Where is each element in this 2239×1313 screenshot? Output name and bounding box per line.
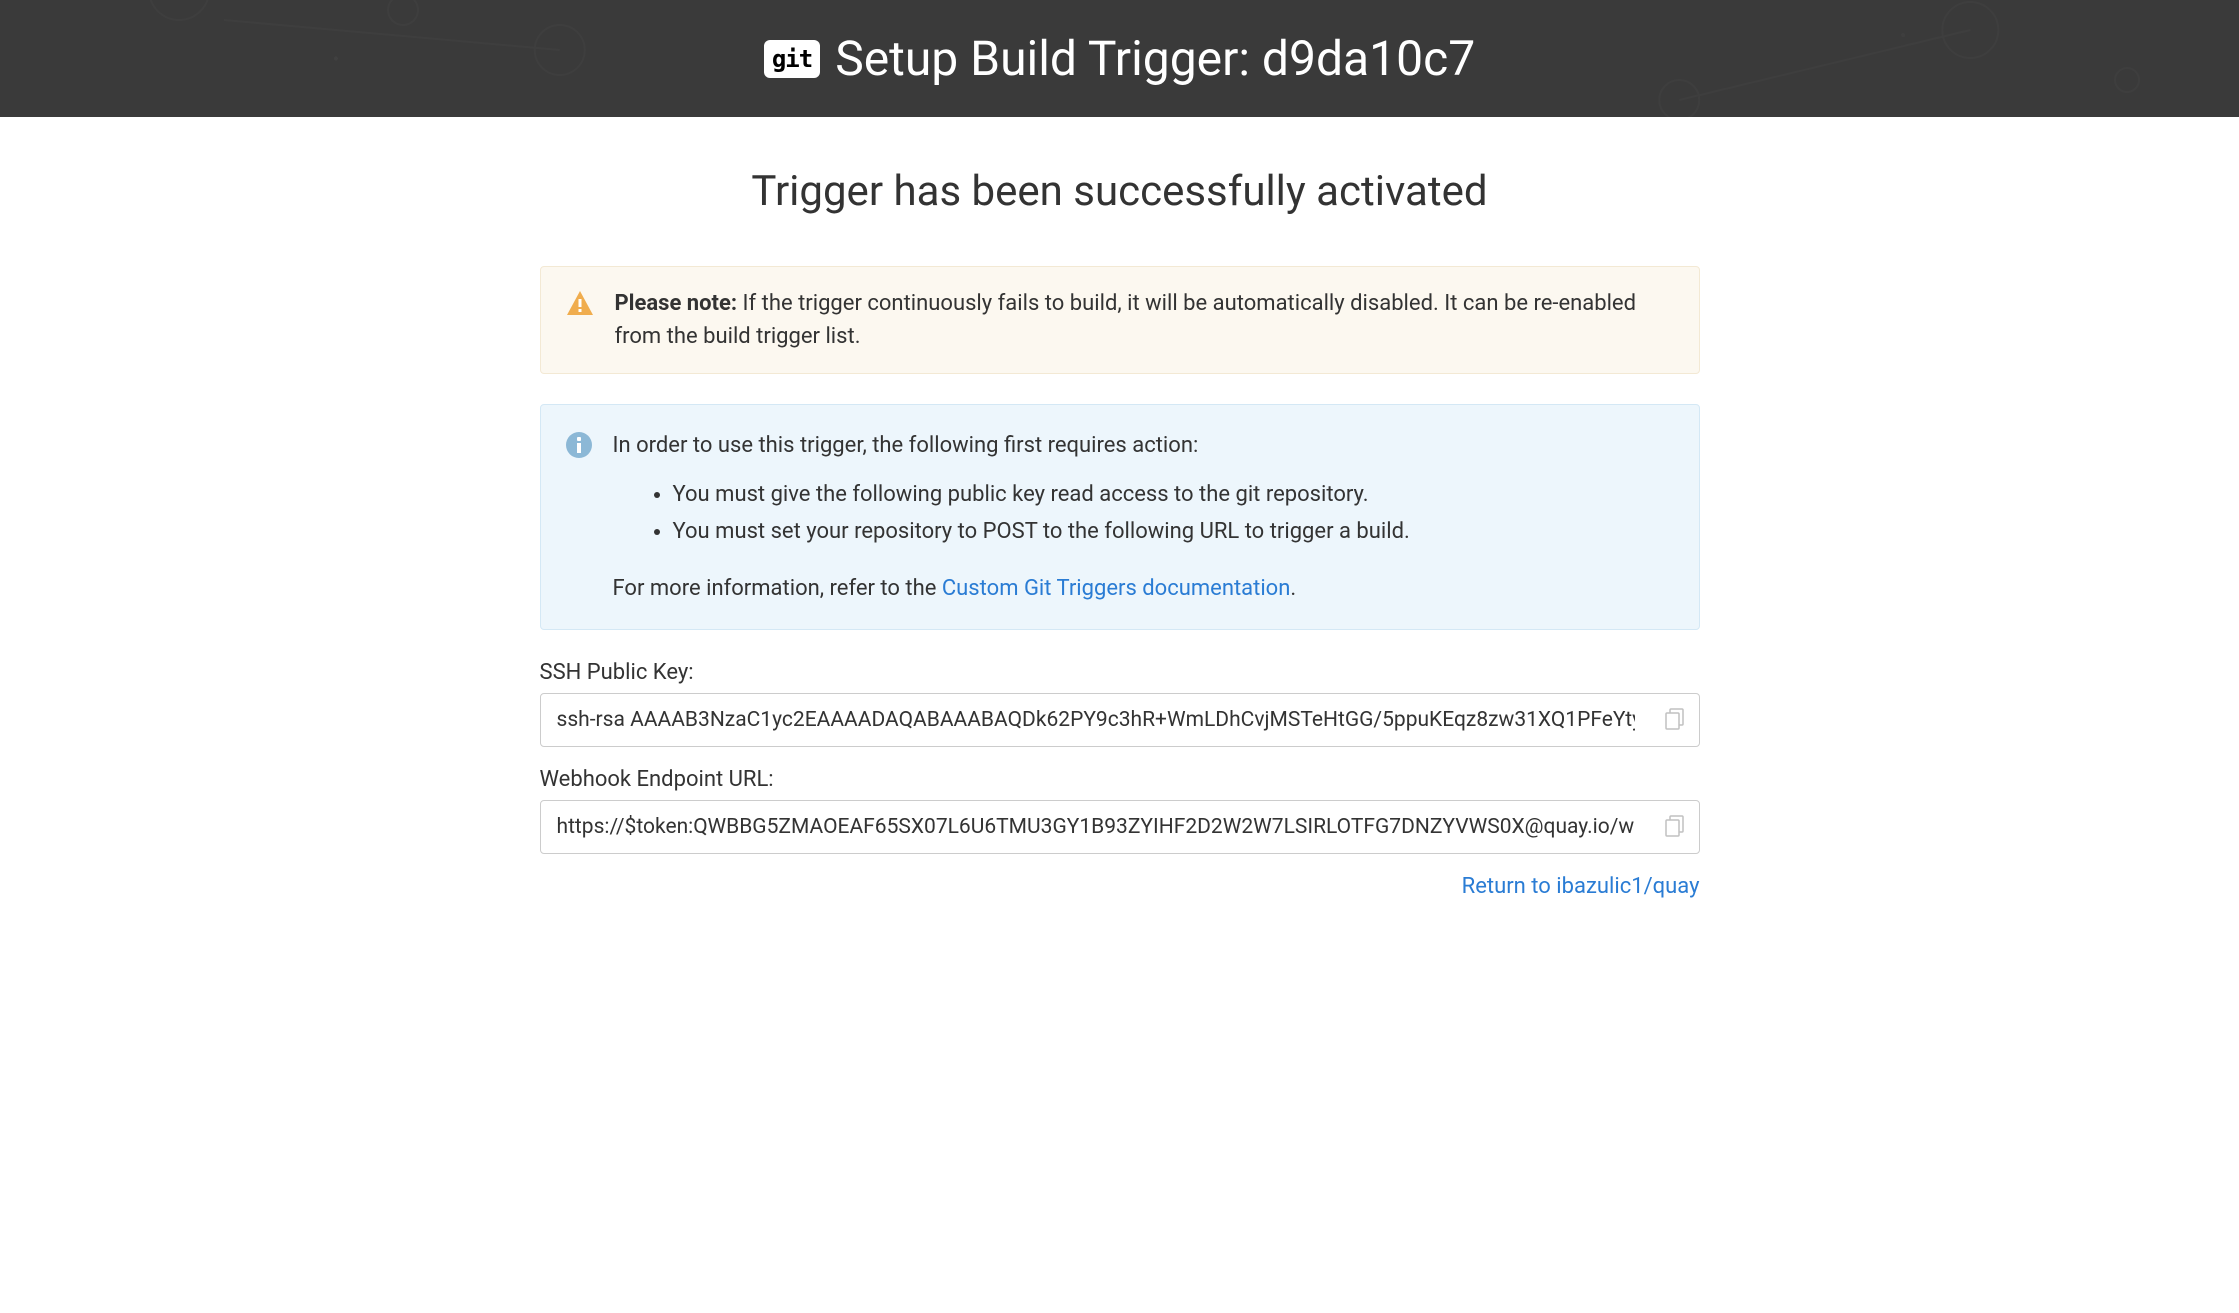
ssh-key-label: SSH Public Key: xyxy=(540,660,1700,685)
info-content: In order to use this trigger, the follow… xyxy=(613,429,1410,605)
copy-ssh-key-button[interactable] xyxy=(1651,698,1699,743)
warning-icon xyxy=(565,289,595,321)
warning-label: Please note: xyxy=(615,291,738,316)
webhook-label: Webhook Endpoint URL: xyxy=(540,767,1700,792)
git-badge-icon: git xyxy=(764,40,820,78)
copy-webhook-button[interactable] xyxy=(1651,805,1699,850)
webhook-field-group: Webhook Endpoint URL: xyxy=(540,767,1700,854)
docs-link[interactable]: Custom Git Triggers documentation xyxy=(942,576,1291,601)
info-intro: In order to use this trigger, the follow… xyxy=(613,429,1410,462)
page-title: Setup Build Trigger: d9da10c7 xyxy=(835,30,1475,87)
info-footer-prefix: For more information, refer to the xyxy=(613,576,942,601)
info-footer-suffix: . xyxy=(1290,576,1296,601)
page-header: git Setup Build Trigger: d9da10c7 xyxy=(0,0,2239,117)
webhook-input[interactable] xyxy=(541,801,1651,853)
copy-icon xyxy=(1665,815,1685,837)
return-link-wrapper: Return to ibazulic1/quay xyxy=(540,874,1700,899)
info-list: You must give the following public key r… xyxy=(613,478,1410,548)
webhook-input-wrapper xyxy=(540,800,1700,854)
success-heading: Trigger has been successfully activated xyxy=(540,167,1700,216)
ssh-key-field-group: SSH Public Key: xyxy=(540,660,1700,747)
warning-text: Please note: If the trigger continuously… xyxy=(615,287,1675,353)
return-link-prefix: Return to xyxy=(1462,874,1557,899)
info-alert: In order to use this trigger, the follow… xyxy=(540,404,1700,630)
info-list-item: You must give the following public key r… xyxy=(673,478,1410,511)
info-icon xyxy=(565,431,593,463)
return-link[interactable]: Return to ibazulic1/quay xyxy=(1462,874,1700,899)
ssh-key-input[interactable] xyxy=(541,694,1651,746)
info-list-item: You must set your repository to POST to … xyxy=(673,515,1410,548)
copy-icon xyxy=(1665,708,1685,730)
warning-alert: Please note: If the trigger continuously… xyxy=(540,266,1700,374)
return-link-repo: ibazulic1/quay xyxy=(1556,874,1699,899)
warning-body: If the trigger continuously fails to bui… xyxy=(615,291,1637,349)
main-content: Trigger has been successfully activated … xyxy=(520,117,1720,929)
ssh-key-input-wrapper xyxy=(540,693,1700,747)
info-footer: For more information, refer to the Custo… xyxy=(613,572,1410,605)
